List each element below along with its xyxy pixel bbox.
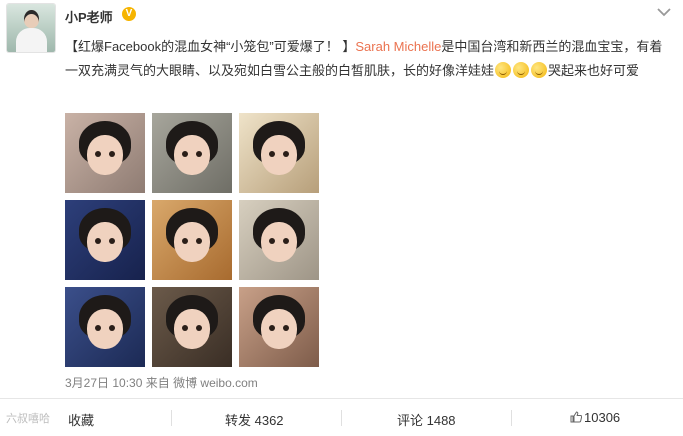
photo-thumbnail[interactable] bbox=[152, 200, 232, 280]
avatar-body-shape bbox=[16, 28, 47, 52]
photo-thumbnail[interactable] bbox=[65, 200, 145, 280]
source-link[interactable]: 微博 weibo.com bbox=[173, 376, 258, 390]
photo-thumbnail[interactable] bbox=[239, 287, 319, 367]
favorite-button[interactable]: 收藏 bbox=[68, 410, 94, 429]
username[interactable]: 小P老师 bbox=[65, 7, 113, 26]
like-thumb-icon bbox=[570, 411, 582, 423]
photo-thumbnail[interactable] bbox=[65, 113, 145, 193]
photo-thumbnail[interactable] bbox=[239, 200, 319, 280]
emoji-icon bbox=[495, 62, 512, 78]
verified-v-icon: V bbox=[122, 7, 136, 21]
photo-thumbnail[interactable] bbox=[152, 287, 232, 367]
chevron-down-icon[interactable] bbox=[657, 4, 671, 20]
post-text: 【红爆Facebook的混血女神“小笼包”可爱爆了！ 】Sarah Michel… bbox=[65, 35, 671, 83]
action-divider bbox=[341, 410, 342, 426]
action-divider bbox=[171, 410, 172, 426]
like-count: 10306 bbox=[584, 410, 621, 425]
highlight-name-link[interactable]: Sarah Michelle bbox=[355, 39, 441, 54]
action-divider bbox=[511, 410, 512, 426]
weibo-post: 小P老师 V 【红爆Facebook的混血女神“小笼包”可爱爆了！ 】Sarah… bbox=[0, 0, 683, 436]
post-text-suffix: 哭起来也好可爱 bbox=[548, 63, 640, 78]
emoji-icon bbox=[513, 62, 530, 78]
repost-button[interactable]: 转发 4362 bbox=[225, 410, 284, 429]
photo-thumbnail[interactable] bbox=[152, 113, 232, 193]
divider bbox=[0, 398, 683, 399]
photo-thumbnail[interactable] bbox=[239, 113, 319, 193]
comment-label: 评论 1488 bbox=[397, 413, 456, 428]
comment-button[interactable]: 评论 1488 bbox=[397, 410, 456, 429]
avatar-head-shape bbox=[24, 10, 39, 28]
repost-label: 转发 4362 bbox=[225, 413, 284, 428]
avatar[interactable] bbox=[7, 4, 55, 52]
photo-grid bbox=[65, 113, 319, 367]
watermark-text: 六叔嘻哈 bbox=[6, 413, 50, 425]
post-meta: 3月27日 10:30 来自 微博 weibo.com bbox=[65, 374, 258, 391]
photo-thumbnail[interactable] bbox=[65, 287, 145, 367]
timestamp[interactable]: 3月27日 10:30 bbox=[65, 376, 142, 390]
post-text-prefix: 【红爆Facebook的混血女神“小笼包”可爱爆了！ 】 bbox=[65, 39, 356, 54]
source-prefix: 来自 bbox=[145, 376, 170, 390]
emoji-icon bbox=[531, 62, 548, 78]
watermark: 六叔嘻哈 bbox=[6, 410, 50, 426]
favorite-label: 收藏 bbox=[68, 413, 95, 428]
like-button[interactable]: 10306 bbox=[570, 410, 620, 425]
